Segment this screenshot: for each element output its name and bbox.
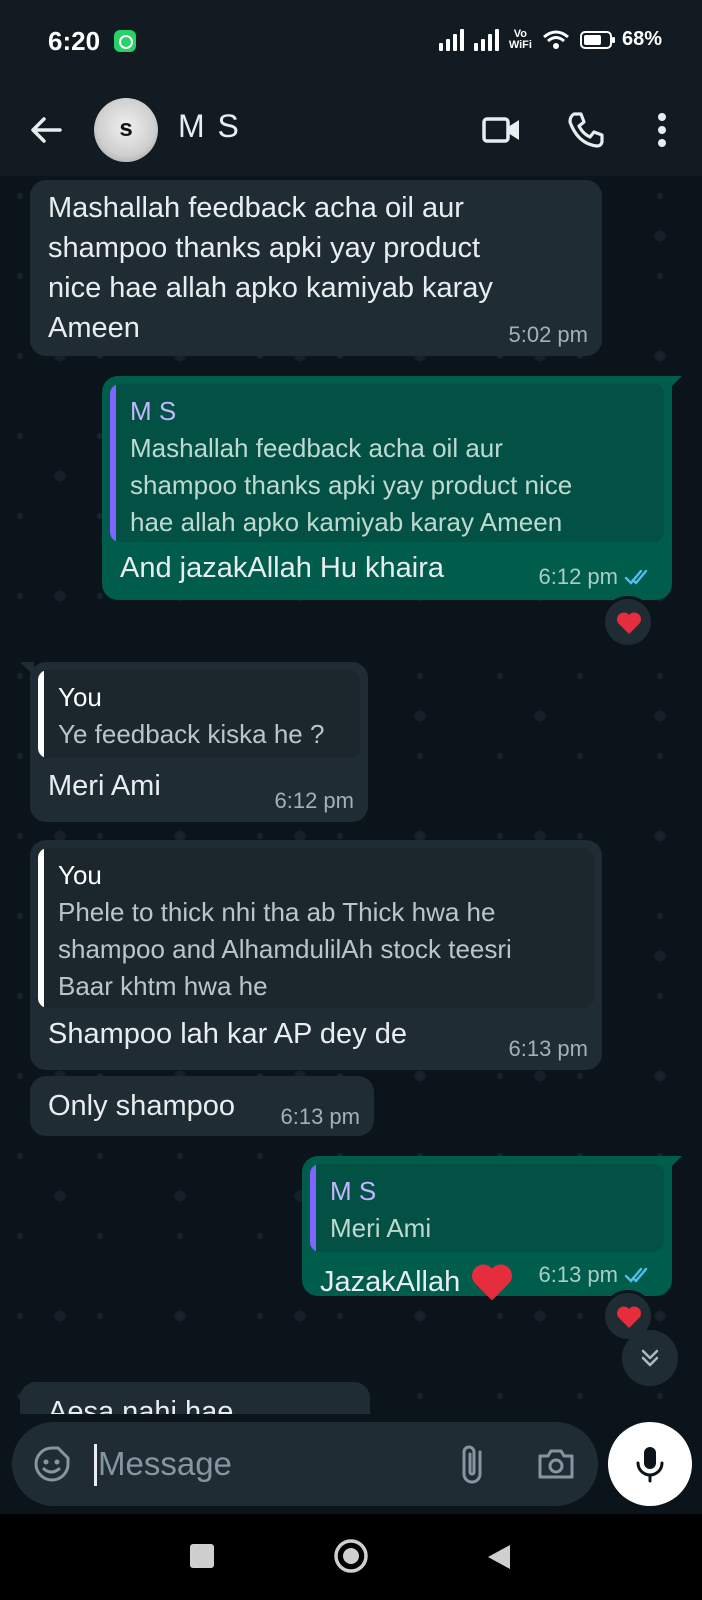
message-meta: 6:13 pm [539, 1262, 655, 1288]
bubble-tail [20, 662, 34, 676]
message-text: Meri Ami [48, 770, 161, 802]
message-time: 6:13 pm [280, 1104, 361, 1129]
avatar[interactable]: s [94, 98, 158, 162]
incoming-message[interactable]: You Ye feedback kiska he ? Meri Ami 6:12… [20, 662, 368, 822]
battery-percent: 68% [621, 28, 662, 50]
incoming-message[interactable]: Aesa nahi hae [20, 1382, 370, 1414]
incoming-message[interactable]: You Phele to thick nhi tha ab Thick hwa … [30, 840, 602, 1070]
quoted-message[interactable]: M S Mashallah feedback acha oil aur sham… [110, 384, 664, 542]
quote-text: Ye feedback kiska he ? [58, 719, 325, 749]
emoji-sticker-icon[interactable] [32, 1444, 72, 1484]
vowifi-icon: Vo WiFi [508, 27, 532, 51]
recents-button[interactable] [190, 1544, 214, 1568]
outgoing-message[interactable]: M S Meri Ami JazakAllah 6:13 pm [302, 1156, 682, 1301]
read-ticks-icon [624, 1267, 648, 1283]
back-arrow-icon[interactable] [26, 110, 66, 150]
incoming-message[interactable]: Only shampoo 6:13 pm [30, 1076, 374, 1136]
outgoing-message[interactable]: M S Mashallah feedback acha oil aur sham… [102, 376, 682, 600]
camera-icon[interactable] [536, 1444, 576, 1484]
message-input-container[interactable]: Message [12, 1422, 598, 1506]
battery-icon [579, 30, 615, 49]
quote-author: You [58, 860, 102, 890]
bubble-tail [668, 1156, 682, 1170]
video-call-icon[interactable] [480, 108, 524, 152]
mic-button[interactable] [608, 1422, 692, 1506]
quoted-message[interactable]: M S Meri Ami [310, 1164, 664, 1252]
whatsapp-notification-icon [114, 30, 136, 52]
mic-icon [636, 1447, 664, 1483]
chat-header: s M S [0, 84, 702, 176]
message-text: Shampoo lah kar AP dey de [48, 1018, 407, 1050]
heart-icon [616, 1306, 642, 1328]
more-options-icon[interactable] [642, 108, 682, 152]
status-bar: 6:20 Vo WiFi 68% [0, 0, 702, 84]
message-text: Only shampoo [48, 1090, 235, 1122]
read-ticks-icon [624, 569, 648, 585]
system-nav-bar [0, 1514, 702, 1600]
quoted-message[interactable]: You Phele to thick nhi tha ab Thick hwa … [38, 848, 594, 1008]
quote-bar [110, 384, 116, 542]
message-text: And jazakAllah Hu khaira [120, 552, 445, 584]
scroll-down-button[interactable] [622, 1330, 678, 1386]
quote-author: M S [330, 1176, 377, 1206]
text-caret [94, 1444, 97, 1486]
incoming-message[interactable]: Mashallah feedback acha oil aur shampoo … [30, 180, 602, 356]
back-button[interactable] [484, 1542, 514, 1572]
scroll-down-icon [641, 1349, 659, 1367]
quoted-message[interactable]: You Ye feedback kiska he ? [38, 670, 360, 758]
quote-text: Mashallah feedback acha oil aur shampoo … [130, 433, 573, 537]
reaction-heart[interactable] [602, 596, 654, 648]
message-time: 6:13 pm [508, 1036, 589, 1061]
status-indicators: Vo WiFi 68% [438, 27, 662, 51]
heart-icon [616, 612, 642, 634]
composer-bar: Message [0, 1414, 702, 1514]
message-text: JazakAllah [320, 1262, 514, 1302]
message-time: 6:12 pm [274, 788, 355, 813]
message-meta: 6:12 pm [539, 564, 655, 590]
bubble-tail [668, 376, 682, 390]
quote-author: You [58, 682, 102, 712]
wifi-icon [543, 30, 569, 49]
quote-bar [38, 670, 44, 758]
quote-text: Phele to thick nhi tha ab Thick hwa he s… [58, 897, 512, 1001]
quote-bar [310, 1164, 316, 1252]
message-input[interactable]: Message [98, 1444, 232, 1484]
quote-text: Meri Ami [330, 1213, 432, 1243]
home-button[interactable] [331, 1536, 371, 1576]
attachment-icon[interactable] [454, 1442, 494, 1486]
quote-bar [38, 848, 44, 1008]
voice-call-icon[interactable] [564, 108, 608, 152]
avatar-initial: s [119, 115, 133, 142]
message-time: 5:02 pm [508, 322, 589, 347]
signal-1-icon [438, 28, 464, 51]
contact-name[interactable]: M S [178, 108, 241, 145]
status-time: 6:20 [48, 26, 101, 56]
quote-author: M S [130, 396, 177, 426]
message-text: Aesa nahi hae [48, 1396, 234, 1414]
signal-2-icon [473, 28, 499, 51]
chat-area[interactable]: Mashallah feedback acha oil aur shampoo … [0, 176, 702, 1414]
heart-emoji-icon [472, 1264, 513, 1301]
message-text: Mashallah feedback acha oil aur shampoo … [48, 192, 493, 344]
